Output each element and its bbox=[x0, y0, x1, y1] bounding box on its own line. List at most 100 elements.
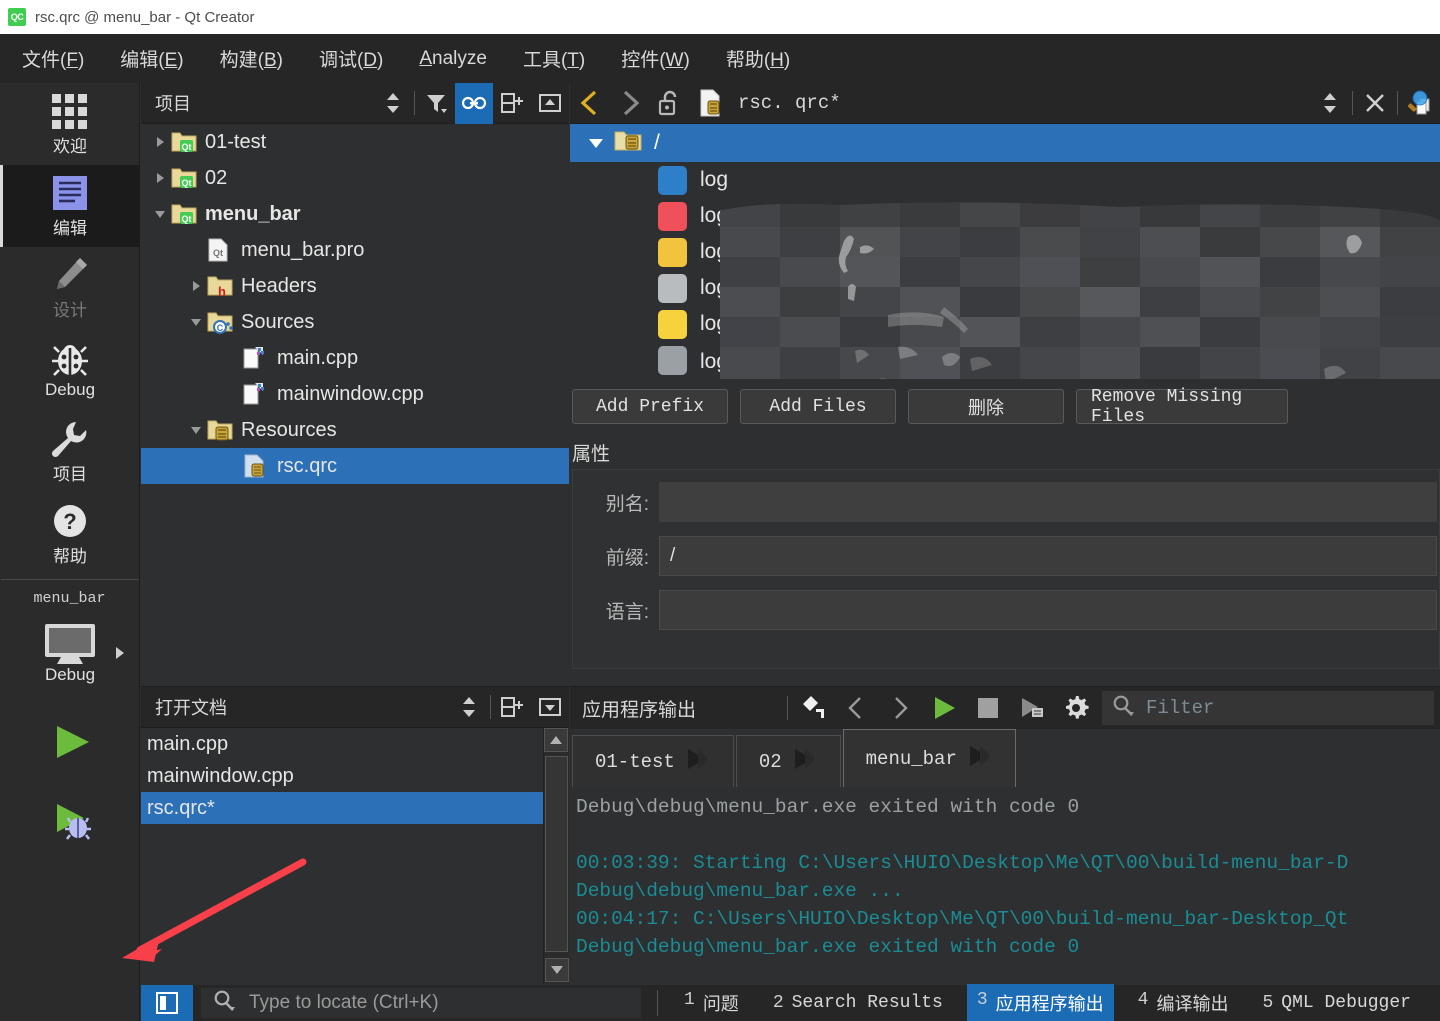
property-input[interactable] bbox=[659, 482, 1437, 522]
output-tab-01-test[interactable]: 01-test bbox=[572, 735, 734, 787]
resource-file-row[interactable]: logo/ bbox=[570, 306, 1440, 342]
resource-prefix-row[interactable]: / bbox=[570, 124, 1440, 162]
split-add-icon[interactable] bbox=[493, 687, 531, 728]
collapse-pane-icon[interactable] bbox=[531, 83, 569, 124]
unlocked-padlock-icon[interactable] bbox=[650, 83, 690, 124]
toggle-sidebar-icon[interactable] bbox=[141, 985, 193, 1021]
status-tab-4[interactable]: 4 编译输出 bbox=[1128, 984, 1239, 1021]
tree-item-02[interactable]: Qt 02 bbox=[141, 160, 569, 196]
attach-debugger-icon[interactable] bbox=[1010, 687, 1054, 729]
open-document-item[interactable]: mainwindow.cpp bbox=[141, 760, 569, 792]
clear-broom-icon[interactable] bbox=[790, 687, 834, 729]
menu-item-t[interactable]: 工具(T) bbox=[505, 45, 603, 72]
status-tab-3[interactable]: 3 应用程序输出 bbox=[966, 984, 1114, 1021]
mode-button-question-circle[interactable]: ? 帮助 bbox=[0, 493, 140, 575]
property-input[interactable]: / bbox=[659, 536, 1437, 576]
resource-tree[interactable]: / log logo logo logo, logo/logo/设 bbox=[570, 124, 1440, 379]
mode-button-grid[interactable]: 欢迎 bbox=[0, 83, 140, 165]
editor-filename: rsc. qrc* bbox=[738, 92, 841, 114]
stop-square-icon[interactable] bbox=[966, 687, 1010, 729]
button-add-prefix[interactable]: Add Prefix bbox=[572, 389, 728, 424]
status-tab-2[interactable]: 2 Search Results bbox=[763, 987, 953, 1019]
sort-updown-icon[interactable] bbox=[1310, 83, 1350, 124]
tree-item-rsc.qrc[interactable]: rsc.qrc bbox=[141, 448, 569, 484]
chevron-right-icon[interactable] bbox=[189, 279, 203, 293]
open-document-item[interactable]: rsc.qrc* bbox=[141, 792, 569, 824]
scroll-down-icon[interactable] bbox=[545, 958, 569, 982]
title-bar: QC rsc.qrc @ menu_bar - Qt Creator bbox=[0, 0, 1440, 34]
tree-item-mainwindow.cpp[interactable]: mainwindow.cpp bbox=[141, 376, 569, 412]
status-tab-5[interactable]: 5 QML Debugger bbox=[1252, 987, 1420, 1019]
filter-icon[interactable] bbox=[417, 83, 455, 124]
chevron-right-icon[interactable] bbox=[610, 83, 650, 124]
menu-item-b[interactable]: 构建(B) bbox=[202, 45, 301, 72]
run-button[interactable] bbox=[0, 703, 140, 781]
next-arrow-icon[interactable] bbox=[878, 687, 922, 729]
filter-input[interactable]: Filter bbox=[1102, 691, 1434, 725]
sort-updown-icon[interactable] bbox=[374, 83, 412, 124]
output-run-tabs[interactable]: 01-test 02 menu_bar bbox=[570, 729, 1440, 787]
start-debugging-button[interactable] bbox=[0, 781, 140, 859]
tree-item-headers[interactable]: h Headers bbox=[141, 268, 569, 304]
menu-item-d[interactable]: 调试(D) bbox=[301, 45, 401, 72]
chevron-down-icon[interactable] bbox=[153, 207, 167, 221]
scroll-up-icon[interactable] bbox=[544, 728, 568, 752]
open-document-item[interactable]: main.cpp bbox=[141, 728, 569, 760]
menu-item-e[interactable]: 编辑(E) bbox=[102, 45, 201, 72]
menu-item-f[interactable]: 文件(F) bbox=[0, 45, 102, 72]
link-sync-icon[interactable] bbox=[455, 82, 493, 124]
tree-item-resources[interactable]: Resources bbox=[141, 412, 569, 448]
property-input[interactable] bbox=[659, 590, 1437, 630]
resource-file-row[interactable]: log bbox=[570, 162, 1440, 198]
mode-button-pencil[interactable]: 设计 bbox=[0, 247, 140, 329]
scrollbar-thumb[interactable] bbox=[545, 756, 568, 952]
open-documents-list[interactable]: main.cpp mainwindow.cpp rsc.qrc* bbox=[141, 728, 569, 984]
output-tab-02[interactable]: 02 bbox=[735, 735, 841, 787]
mode-button-document-lines[interactable]: 编辑 bbox=[0, 165, 140, 247]
settings-gear-icon[interactable] bbox=[1054, 687, 1098, 729]
resource-file-row[interactable]: logo bbox=[570, 198, 1440, 234]
magnifier-docs-icon[interactable] bbox=[1400, 83, 1440, 124]
button-label: 删除 bbox=[968, 399, 1004, 420]
mode-button-wrench[interactable]: 项目 bbox=[0, 411, 140, 493]
button---[interactable]: 删除 bbox=[908, 389, 1064, 424]
resource-file-row[interactable]: logo bbox=[570, 234, 1440, 270]
project-tree[interactable]: Qt 01-test Qt 02 Qt menu_bar Qt menu_bar.pro h He… bbox=[141, 124, 569, 685]
output-tab-menu-bar[interactable]: menu_bar bbox=[842, 729, 1016, 787]
chevron-right-icon[interactable] bbox=[153, 135, 167, 149]
prev-arrow-icon[interactable] bbox=[834, 687, 878, 729]
run-play-icon[interactable] bbox=[922, 687, 966, 729]
button-add-files[interactable]: Add Files bbox=[740, 389, 896, 424]
open-documents-scrollbar[interactable] bbox=[543, 728, 569, 984]
close-pane-icon[interactable] bbox=[531, 687, 569, 728]
locate-input[interactable]: Type to locate (Ctrl+K) bbox=[201, 988, 641, 1018]
tree-item-main.cpp[interactable]: main.cpp bbox=[141, 340, 569, 376]
status-tab-number: 3 bbox=[976, 990, 988, 1010]
chevron-down-icon[interactable] bbox=[588, 137, 604, 149]
svg-text:Qt: Qt bbox=[182, 142, 192, 152]
split-add-icon[interactable] bbox=[493, 83, 531, 124]
chevron-right-icon[interactable] bbox=[153, 171, 167, 185]
menu-item-h[interactable]: 帮助(H) bbox=[708, 45, 808, 72]
qt-creator-logo-icon: QC bbox=[8, 8, 26, 26]
kit-selector-button[interactable]: Debug bbox=[0, 607, 140, 703]
status-tab-1[interactable]: 1 问题 bbox=[674, 984, 749, 1021]
resource-file-row[interactable]: logo/设 bbox=[570, 342, 1440, 378]
tree-item-menu_bar.pro[interactable]: Qt menu_bar.pro bbox=[141, 232, 569, 268]
tree-item-menu_bar[interactable]: Qt menu_bar bbox=[141, 196, 569, 232]
button-remove-missing-files[interactable]: Remove Missing Files bbox=[1076, 387, 1288, 427]
tree-item-sources[interactable]: C Sources bbox=[141, 304, 569, 340]
chevron-left-icon[interactable] bbox=[570, 83, 610, 124]
grid-icon bbox=[50, 92, 90, 130]
chevron-down-icon[interactable] bbox=[189, 315, 203, 329]
project-panel-title: 项目 bbox=[155, 94, 191, 114]
chevron-down-icon[interactable] bbox=[189, 423, 203, 437]
sort-updown-icon[interactable] bbox=[450, 687, 488, 728]
menu-item-a[interactable]: Analyze bbox=[401, 48, 505, 70]
menu-item-w[interactable]: 控件(W) bbox=[603, 45, 708, 72]
mode-button-bug[interactable]: Debug bbox=[0, 329, 140, 411]
close-x-icon[interactable] bbox=[1355, 83, 1395, 124]
tree-item-01-test[interactable]: Qt 01-test bbox=[141, 124, 569, 160]
resource-file-row[interactable]: logo, bbox=[570, 270, 1440, 306]
